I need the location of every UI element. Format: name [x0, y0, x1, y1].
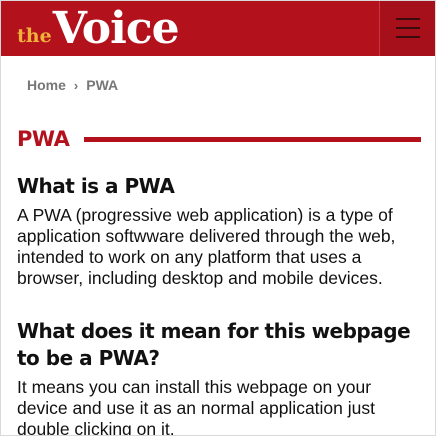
hamburger-menu-icon — [396, 36, 420, 38]
logo-the-text: the — [17, 25, 52, 47]
breadcrumb-current: PWA — [86, 77, 119, 93]
section-divider — [84, 136, 421, 142]
article-paragraph-2: It means you can install this webpage on… — [17, 377, 375, 436]
section-title: PWA — [17, 127, 70, 151]
section-header: PWA — [17, 125, 421, 153]
site-logo[interactable]: the Voice — [17, 1, 180, 56]
breadcrumb: Home › PWA — [27, 77, 118, 93]
hamburger-menu-button[interactable] — [379, 1, 435, 56]
chevron-right-icon: › — [73, 77, 79, 93]
site-header: the Voice — [1, 1, 435, 56]
article-heading-meaning: What does it mean for this webpage to be… — [17, 319, 411, 370]
breadcrumb-home-link[interactable]: Home — [27, 77, 66, 93]
article-content: What is a PWA A PWA (progressive web app… — [17, 173, 421, 436]
article-paragraph-1: A PWA (progressive web application) is a… — [17, 205, 396, 288]
hamburger-menu-icon — [396, 18, 420, 20]
hamburger-menu-icon — [396, 27, 420, 29]
page-frame: the Voice Home › PWA PWA What is a PWA A… — [0, 0, 436, 436]
logo-voice-text: Voice — [52, 3, 180, 54]
article-heading-what-is-pwa: What is a PWA — [17, 174, 175, 198]
